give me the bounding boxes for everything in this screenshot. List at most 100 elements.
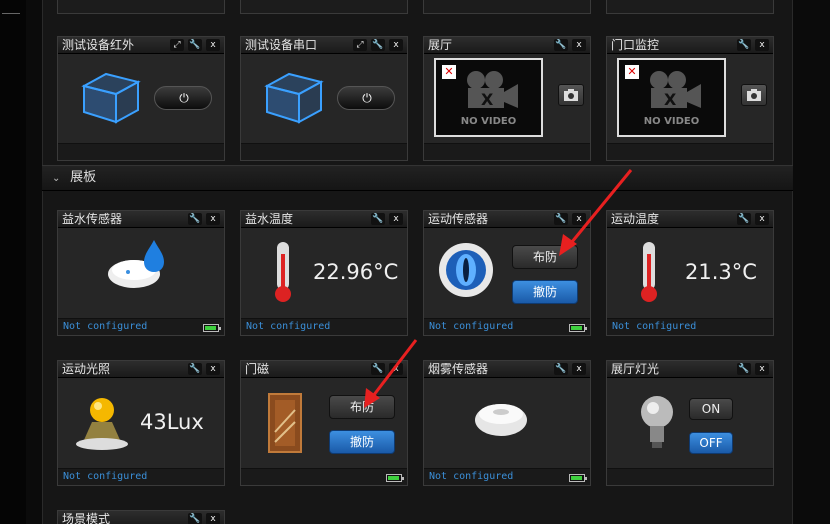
status-text: Not configured (63, 471, 148, 482)
settings-icon[interactable]: 🔧 (737, 39, 751, 51)
settings-icon[interactable]: 🔧 (554, 39, 568, 51)
widget-water-temp: 益水温度 🔧 x 22.96°C Not configured (240, 210, 408, 336)
close-icon[interactable]: x (206, 513, 220, 524)
light-sensor-icon (76, 398, 128, 450)
status-text: Not configured (429, 471, 514, 482)
expand-icon[interactable]: ⤢ (353, 39, 367, 51)
video-camera-icon: X (650, 71, 701, 109)
temperature-value: 21.3°C (685, 260, 757, 284)
widget-door-sensor: 门磁 🔧 x 布防 撤防 (240, 360, 408, 486)
power-button[interactable]: ⏻ (154, 86, 212, 110)
widget-title-bar: 展厅 🔧 x (424, 37, 590, 54)
cube-icon (81, 72, 141, 124)
close-icon[interactable]: x (755, 213, 769, 225)
arm-button[interactable]: 布防 (512, 245, 578, 269)
widget-title-bar: 场景模式 🔧 x (58, 511, 224, 524)
widget-title: 烟雾传感器 (428, 362, 489, 376)
settings-icon[interactable]: 🔧 (188, 39, 202, 51)
close-icon[interactable]: x (572, 363, 586, 375)
chevron-down-icon[interactable]: ⌄ (52, 167, 66, 191)
snapshot-button[interactable] (558, 84, 584, 106)
widget-title: 测试设备红外 (62, 38, 135, 52)
cube-icon (264, 72, 324, 124)
svg-text:X: X (664, 90, 677, 109)
settings-icon[interactable]: 🔧 (371, 213, 385, 225)
close-icon[interactable]: x (389, 363, 403, 375)
section-title: 展板 (70, 170, 97, 185)
widget-motion-light: 运动光照 🔧 x 43Lux Not configured (57, 360, 225, 486)
settings-icon[interactable]: 🔧 (188, 363, 202, 375)
settings-icon[interactable]: 🔧 (737, 213, 751, 225)
widget-title-bar: 运动光照 🔧 x (58, 361, 224, 378)
widget-title: 展厅灯光 (611, 362, 660, 376)
broken-image-icon: ✕ (625, 65, 639, 79)
widget-title: 运动传感器 (428, 212, 489, 226)
widget-hall-light: 展厅灯光 🔧 x ON OFF (606, 360, 774, 486)
settings-icon[interactable]: 🔧 (554, 363, 568, 375)
settings-icon[interactable]: 🔧 (554, 213, 568, 225)
widget-motion-sensor: 运动传感器 🔧 x 布防 撤防 Not configured (423, 210, 591, 336)
close-icon[interactable]: x (206, 363, 220, 375)
widget-title: 门磁 (245, 362, 270, 376)
section-header[interactable]: ⌄ 展板 (42, 165, 793, 191)
widget-title-bar: 益水传感器 🔧 x (58, 211, 224, 228)
disarm-button[interactable]: 撤防 (329, 430, 395, 454)
left-strip (0, 0, 26, 524)
motion-sensor-icon (439, 243, 493, 297)
close-icon[interactable]: x (572, 39, 586, 51)
power-button[interactable]: ⏻ (337, 86, 395, 110)
widget-title: 运动温度 (611, 212, 660, 226)
battery-icon (203, 324, 221, 332)
widget-camera-hall: 展厅 🔧 x ✕ X NO VIDEO (423, 36, 591, 161)
settings-icon[interactable]: 🔧 (188, 213, 202, 225)
close-icon[interactable]: x (572, 213, 586, 225)
widget-title: 场景模式 (62, 512, 111, 524)
settings-icon[interactable]: 🔧 (188, 513, 202, 524)
widget-ir-test: 测试设备红外 ⤢ 🔧 x ⏻ (57, 36, 225, 161)
widget-title-bar: 烟雾传感器 🔧 x (424, 361, 590, 378)
lux-value: 43Lux (140, 410, 204, 434)
close-icon[interactable]: x (389, 213, 403, 225)
camera-icon (747, 89, 761, 101)
close-icon[interactable]: x (206, 213, 220, 225)
water-sensor-icon (108, 240, 164, 288)
expand-icon[interactable]: ⤢ (170, 39, 184, 51)
video-feed[interactable]: ✕ X NO VIDEO (617, 58, 726, 137)
battery-icon (386, 474, 404, 482)
video-feed[interactable]: ✕ X NO VIDEO (434, 58, 543, 137)
off-button[interactable]: OFF (689, 432, 733, 454)
widget-title: 益水温度 (245, 212, 294, 226)
widget-partial (57, 0, 225, 14)
status-text: Not configured (63, 321, 148, 332)
no-video-text: NO VIDEO (460, 116, 517, 127)
widget-title-bar: 益水温度 🔧 x (241, 211, 407, 228)
arm-button[interactable]: 布防 (329, 395, 395, 419)
light-bulb-icon (641, 396, 673, 448)
thermometer-icon (275, 242, 291, 302)
settings-icon[interactable]: 🔧 (737, 363, 751, 375)
battery-icon (569, 324, 587, 332)
widget-smoke-sensor: 烟雾传感器 🔧 x Not configured (423, 360, 591, 486)
widget-title: 益水传感器 (62, 212, 123, 226)
widget-title: 运动光照 (62, 362, 111, 376)
close-icon[interactable]: x (755, 39, 769, 51)
close-icon[interactable]: x (755, 363, 769, 375)
on-button[interactable]: ON (689, 398, 733, 420)
widget-title: 测试设备串口 (245, 38, 318, 52)
settings-icon[interactable]: 🔧 (371, 39, 385, 51)
broken-image-icon: ✕ (442, 65, 456, 79)
widget-serial-test: 测试设备串口 ⤢ 🔧 x ⏻ (240, 36, 408, 161)
snapshot-button[interactable] (741, 84, 767, 106)
widget-title-bar: 展厅灯光 🔧 x (607, 361, 773, 378)
disarm-button[interactable]: 撤防 (512, 280, 578, 304)
battery-icon (569, 474, 587, 482)
smoke-detector-icon (475, 404, 527, 436)
widget-title-bar: 运动传感器 🔧 x (424, 211, 590, 228)
close-icon[interactable]: x (389, 39, 403, 51)
close-icon[interactable]: x (206, 39, 220, 51)
widget-partial (240, 0, 408, 14)
door-icon (268, 393, 302, 453)
status-text: Not configured (246, 321, 331, 332)
widget-partial (423, 0, 591, 14)
settings-icon[interactable]: 🔧 (371, 363, 385, 375)
